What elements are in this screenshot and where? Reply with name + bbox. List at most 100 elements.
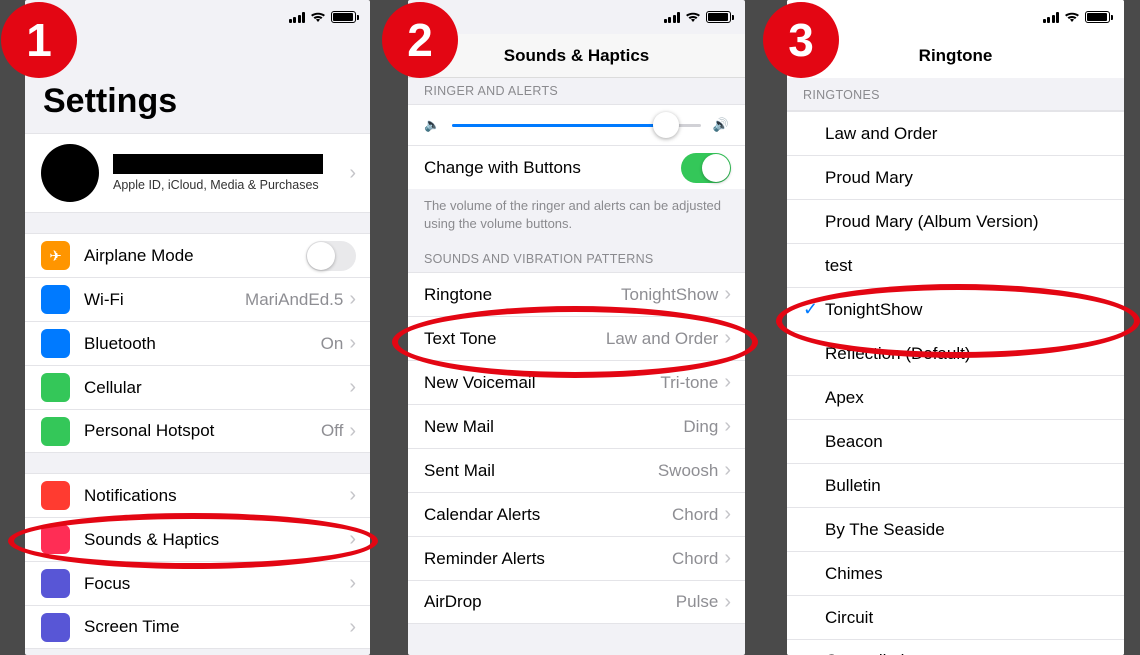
settings-row-sounds-haptics[interactable]: Sounds & Haptics› (25, 517, 370, 561)
change-with-buttons-row[interactable]: Change with Buttons (408, 145, 745, 189)
signal-icon (289, 12, 306, 23)
ringtone-row[interactable]: ✓Proud Mary (Album Version) (787, 199, 1124, 243)
speaker-low-icon: 🔈 (424, 117, 440, 133)
row-label: Calendar Alerts (424, 505, 672, 525)
personal-hotspot-icon (41, 417, 70, 446)
status-bar (408, 0, 745, 34)
ringtone-label: test (825, 256, 1110, 276)
row-label: Screen Time (84, 617, 349, 637)
sound-row-calendar-alerts[interactable]: Calendar AlertsChord › (408, 492, 745, 536)
chevron-right-icon: › (724, 547, 731, 570)
speaker-high-icon: 🔊 (713, 117, 729, 133)
wifi-icon (1064, 11, 1080, 23)
wifi-icon (685, 11, 701, 23)
focus-icon (41, 569, 70, 598)
apple-id-row[interactable]: Apple ID, iCloud, Media & Purchases › (25, 133, 370, 213)
chevron-right-icon: › (349, 288, 356, 311)
ringtone-row[interactable]: ✓Bulletin (787, 463, 1124, 507)
sounds-haptics-icon (41, 525, 70, 554)
ringtone-row[interactable]: ✓By The Seaside (787, 507, 1124, 551)
ringtone-row[interactable]: ✓Chimes (787, 551, 1124, 595)
chevron-right-icon: › (724, 503, 731, 526)
profile-subtitle: Apple ID, iCloud, Media & Purchases (113, 178, 349, 192)
footer-note: The volume of the ringer and alerts can … (408, 189, 745, 236)
row-value: Swoosh (658, 461, 718, 481)
ringtone-label: Chimes (825, 564, 1110, 584)
settings-row-focus[interactable]: Focus› (25, 561, 370, 605)
chevron-right-icon: › (724, 327, 731, 350)
chevron-right-icon: › (724, 459, 731, 482)
row-label: Text Tone (424, 329, 606, 349)
wifi-icon (310, 11, 326, 23)
settings-row-cellular[interactable]: Cellular› (25, 365, 370, 409)
ringtone-label: Law and Order (825, 124, 1110, 144)
row-label: Wi-Fi (84, 290, 245, 310)
row-label: Personal Hotspot (84, 421, 321, 441)
wi-fi-icon (41, 285, 70, 314)
sound-row-reminder-alerts[interactable]: Reminder AlertsChord › (408, 536, 745, 580)
bluetooth-icon (41, 329, 70, 358)
chevron-right-icon: › (349, 162, 356, 185)
ringtone-row[interactable]: ✓Beacon (787, 419, 1124, 463)
row-label: Ringtone (424, 285, 621, 305)
ringtone-row[interactable]: ✓Law and Order (787, 111, 1124, 155)
ringtone-label: Bulletin (825, 476, 1110, 496)
row-value: Chord (672, 549, 718, 569)
toggle-airplane-mode[interactable] (306, 241, 356, 271)
nav-title: Ringtone (919, 46, 993, 66)
sound-row-new-mail[interactable]: New MailDing› (408, 404, 745, 448)
ringtone-label: Reflection (Default) (825, 344, 1110, 364)
row-value: MariAndEd.5 (245, 290, 343, 310)
chevron-right-icon: › (349, 332, 356, 355)
row-label: Bluetooth (84, 334, 321, 354)
settings-row-airplane-mode[interactable]: ✈Airplane Mode (25, 233, 370, 277)
row-label: Notifications (84, 486, 349, 506)
battery-icon (331, 11, 356, 23)
settings-row-notifications[interactable]: Notifications› (25, 473, 370, 517)
battery-icon (1085, 11, 1110, 23)
ringtone-row[interactable]: ✓Circuit (787, 595, 1124, 639)
ringtone-row[interactable]: ✓Apex (787, 375, 1124, 419)
section-header-patterns: SOUNDS AND VIBRATION PATTERNS (408, 246, 745, 272)
signal-icon (1043, 12, 1060, 23)
ringtone-label: Proud Mary (Album Version) (825, 212, 1110, 232)
chevron-right-icon: › (349, 528, 356, 551)
settings-row-screen-time[interactable]: Screen Time› (25, 605, 370, 649)
step-badge-3: 3 (763, 2, 839, 78)
sound-row-airdrop[interactable]: AirDropPulse› (408, 580, 745, 624)
section-header-ringer: RINGER AND ALERTS (408, 78, 745, 104)
settings-row-bluetooth[interactable]: BluetoothOn› (25, 321, 370, 365)
chevron-right-icon: › (349, 420, 356, 443)
ringtone-row[interactable]: ✓Proud Mary (787, 155, 1124, 199)
ringtone-label: Proud Mary (825, 168, 1110, 188)
ringtone-row[interactable]: ✓Constellation (787, 639, 1124, 655)
step-badge-2: 2 (382, 2, 458, 78)
settings-row-wi-fi[interactable]: Wi-FiMariAndEd.5 › (25, 277, 370, 321)
checkmark-icon: ✓ (803, 299, 825, 320)
settings-row-personal-hotspot[interactable]: Personal HotspotOff› (25, 409, 370, 453)
ringtone-label: Apex (825, 388, 1110, 408)
volume-slider[interactable] (452, 124, 701, 127)
status-bar (25, 0, 370, 34)
ringtone-row[interactable]: ✓TonightShow (787, 287, 1124, 331)
row-value: Law and Order (606, 329, 718, 349)
ringtone-row[interactable]: ✓Reflection (Default) (787, 331, 1124, 375)
volume-slider-row[interactable]: 🔈 🔊 (408, 104, 745, 145)
row-value: Chord (672, 505, 718, 525)
step-badge-1: 1 (1, 2, 77, 78)
slider-knob[interactable] (653, 112, 679, 138)
sound-row-ringtone[interactable]: RingtoneTonightShow› (408, 272, 745, 316)
airplane-mode-icon: ✈ (41, 241, 70, 270)
row-label: Cellular (84, 378, 349, 398)
row-label: Reminder Alerts (424, 549, 672, 569)
cellular-icon (41, 373, 70, 402)
sound-row-sent-mail[interactable]: Sent MailSwoosh› (408, 448, 745, 492)
sound-row-text-tone[interactable]: Text ToneLaw and Order › (408, 316, 745, 360)
toggle-change-buttons[interactable] (681, 153, 731, 183)
row-label: Sounds & Haptics (84, 530, 349, 550)
phone-ringtone: ‹ ck Ringtone RINGTONES ✓Law and Order✓P… (787, 0, 1124, 655)
ringtone-row[interactable]: ✓test (787, 243, 1124, 287)
ringtone-label: Beacon (825, 432, 1110, 452)
row-value: Pulse (676, 592, 719, 612)
sound-row-new-voicemail[interactable]: New VoicemailTri-tone› (408, 360, 745, 404)
